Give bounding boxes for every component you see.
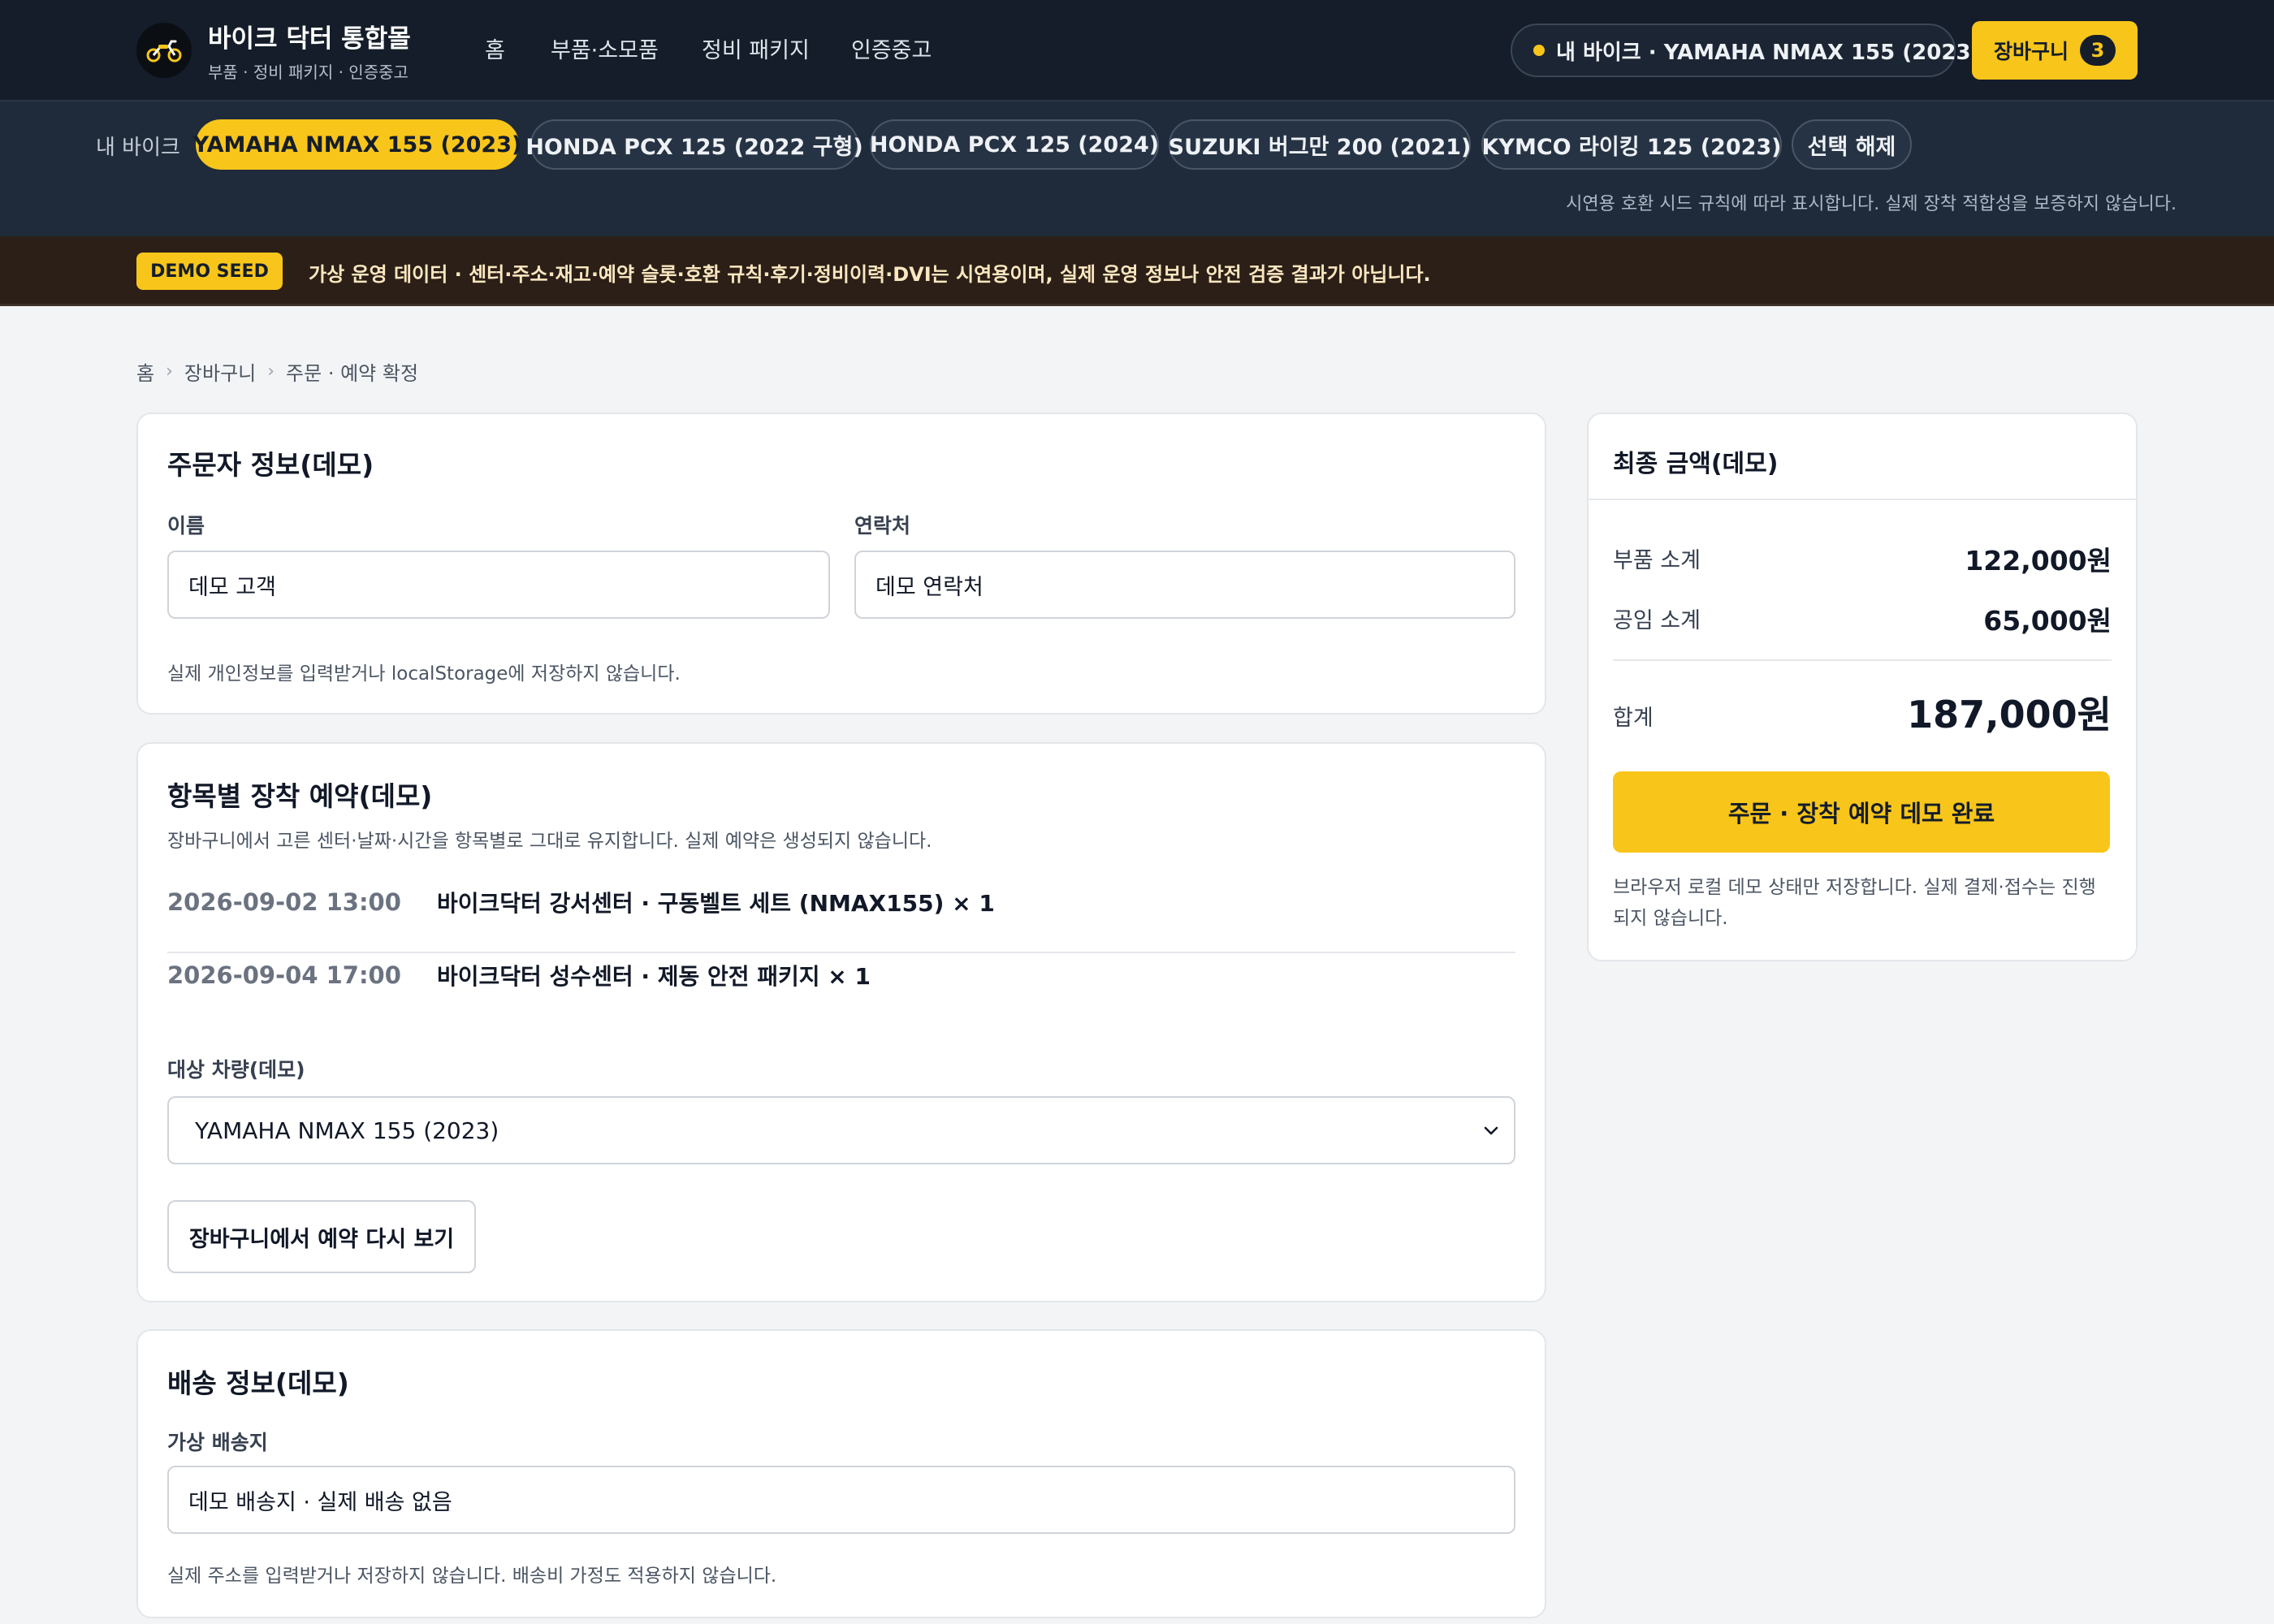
- reservation-description: 바이크닥터 성수센터 · 제동 안전 패키지 × 1: [437, 963, 871, 990]
- reservation-description: 바이크닥터 강서센터 · 구동벨트 세트 (NMAX155) × 1: [437, 890, 995, 917]
- divider: [1613, 659, 2112, 661]
- bike-chip-suzuki-burgman[interactable]: SUZUKI 버그만 200 (2021): [1169, 119, 1471, 170]
- shipping-card: 배송 정보(데모) 가상 배송지 데모 배송지 · 실제 배송 없음 실제 주소…: [136, 1329, 1546, 1618]
- summary-title: 최종 금액(데모): [1613, 450, 1779, 478]
- motorcycle-icon: [146, 40, 182, 63]
- confirm-order-button[interactable]: 주문 · 장착 예약 데모 완료: [1613, 771, 2110, 853]
- bike-chip-yamaha-nmax[interactable]: YAMAHA NMAX 155 (2023): [193, 119, 521, 170]
- bike-chip-honda-pcx-2022[interactable]: HONDA PCX 125 (2022 구형): [525, 119, 863, 170]
- address-label: 가상 배송지: [167, 1431, 268, 1454]
- orderer-info-title: 주문자 정보(데모): [167, 449, 374, 481]
- total-value: 187,000원: [1907, 693, 2112, 736]
- bike-selector-label: 내 바이크: [96, 136, 180, 160]
- nav-parts[interactable]: 부품·소모품: [551, 32, 659, 64]
- parts-subtotal-label: 부품 소계: [1613, 548, 1701, 573]
- chevron-right-icon: ›: [166, 361, 173, 382]
- contact-label: 연락처: [854, 514, 911, 538]
- contact-field[interactable]: 데모 연락처: [854, 551, 1515, 619]
- cart-count-badge: 3: [2080, 35, 2116, 66]
- total-label: 합계: [1613, 706, 1654, 731]
- privacy-note: 실제 개인정보를 입력받거나 localStorage에 저장하지 않습니다.: [167, 663, 681, 685]
- top-header: 바이크 닥터 통합몰 부품 · 정비 패키지 · 인증중고 홈 부품·소모품 정…: [0, 0, 2274, 102]
- review-reservation-button[interactable]: 장바구니에서 예약 다시 보기: [167, 1200, 476, 1273]
- address-field[interactable]: 데모 배송지 · 실제 배송 없음: [167, 1466, 1515, 1534]
- labor-subtotal-label: 공임 소계: [1613, 608, 1701, 633]
- nav-home[interactable]: 홈: [485, 32, 505, 64]
- chevron-right-icon: ›: [267, 361, 275, 382]
- demo-banner: DEMO SEED 가상 운영 데이터 · 센터·주소·재고·예약 슬롯·호환 …: [0, 236, 2274, 306]
- reservation-item: 2026-09-02 13:00 바이크닥터 강서센터 · 구동벨트 세트 (N…: [167, 866, 1515, 939]
- reservation-datetime: 2026-09-02 13:00: [167, 888, 401, 916]
- breadcrumb-home[interactable]: 홈: [136, 357, 154, 386]
- shipping-note: 실제 주소를 입력받거나 저장하지 않습니다. 배송비 가정도 적용하지 않습니…: [167, 1566, 777, 1587]
- status-dot-icon: [1533, 45, 1545, 56]
- brand-title[interactable]: 바이크 닥터 통합몰: [208, 18, 411, 54]
- name-field[interactable]: 데모 고객: [167, 551, 830, 619]
- cart-label: 장바구니: [1993, 40, 2069, 63]
- name-label: 이름: [167, 514, 205, 538]
- my-bike-label: 내 바이크 · YAMAHA NMAX 155 (2023): [1556, 40, 1981, 65]
- nav-certified-used[interactable]: 인증중고: [851, 32, 932, 64]
- cart-button[interactable]: 장바구니 3: [1972, 21, 2138, 80]
- bike-chip-clear[interactable]: 선택 해제: [1792, 119, 1912, 170]
- brand-logo[interactable]: [136, 23, 192, 78]
- breadcrumb: 홈 › 장바구니 › 주문 · 예약 확정: [136, 357, 418, 386]
- divider: [1589, 499, 2136, 500]
- summary-note: 브라우저 로컬 데모 상태만 저장합니다. 실제 결제·접수는 진행되지 않습니…: [1613, 877, 2096, 929]
- compatibility-note: 시연용 호환 시드 규칙에 따라 표시합니다. 실제 장착 적합성을 보증하지 …: [1566, 194, 2177, 214]
- chevron-down-icon: [1484, 1126, 1498, 1135]
- reservation-datetime: 2026-09-04 17:00: [167, 961, 401, 989]
- breadcrumb-cart[interactable]: 장바구니: [184, 357, 256, 386]
- reservation-item: 2026-09-04 17:00 바이크닥터 성수센터 · 제동 안전 패키지 …: [167, 939, 1515, 1012]
- vehicle-select[interactable]: YAMAHA NMAX 155 (2023): [167, 1096, 1515, 1164]
- breadcrumb-current: 주문 · 예약 확정: [286, 362, 419, 385]
- parts-subtotal-value: 122,000원: [1965, 545, 2112, 577]
- nav-service-packages[interactable]: 정비 패키지: [702, 32, 810, 64]
- demo-seed-badge: DEMO SEED: [136, 253, 283, 290]
- shipping-title: 배송 정보(데모): [167, 1367, 349, 1399]
- bike-chip-honda-pcx-2024[interactable]: HONDA PCX 125 (2024): [870, 119, 1159, 170]
- bike-chip-kymco-like[interactable]: KYMCO 라이킹 125 (2023): [1481, 119, 1782, 170]
- brand-subtitle: 부품 · 정비 패키지 · 인증중고: [208, 63, 409, 82]
- my-bike-selector[interactable]: 내 바이크 · YAMAHA NMAX 155 (2023): [1511, 24, 1980, 77]
- reservation-note: 장바구니에서 고른 센터·날짜·시간을 항목별로 그대로 유지합니다. 실제 예…: [167, 831, 932, 852]
- reservation-title: 항목별 장착 예약(데모): [167, 780, 433, 812]
- bike-selector-bar: 내 바이크 YAMAHA NMAX 155 (2023) HONDA PCX 1…: [0, 102, 2274, 236]
- labor-subtotal-value: 65,000원: [1983, 605, 2112, 637]
- orderer-info-card: 주문자 정보(데모) 이름 데모 고객 연락처 데모 연락처 실제 개인정보를 …: [136, 412, 1546, 715]
- order-summary-card: 최종 금액(데모) 부품 소계 122,000원 공임 소계 65,000원 합…: [1587, 412, 2138, 961]
- demo-banner-text: 가상 운영 데이터 · 센터·주소·재고·예약 슬롯·호환 규칙·후기·정비이력…: [309, 263, 1431, 286]
- reservation-card: 항목별 장착 예약(데모) 장바구니에서 고른 센터·날짜·시간을 항목별로 그…: [136, 742, 1546, 1302]
- vehicle-select-value: YAMAHA NMAX 155 (2023): [195, 1116, 499, 1144]
- vehicle-label: 대상 차량(데모): [167, 1058, 305, 1082]
